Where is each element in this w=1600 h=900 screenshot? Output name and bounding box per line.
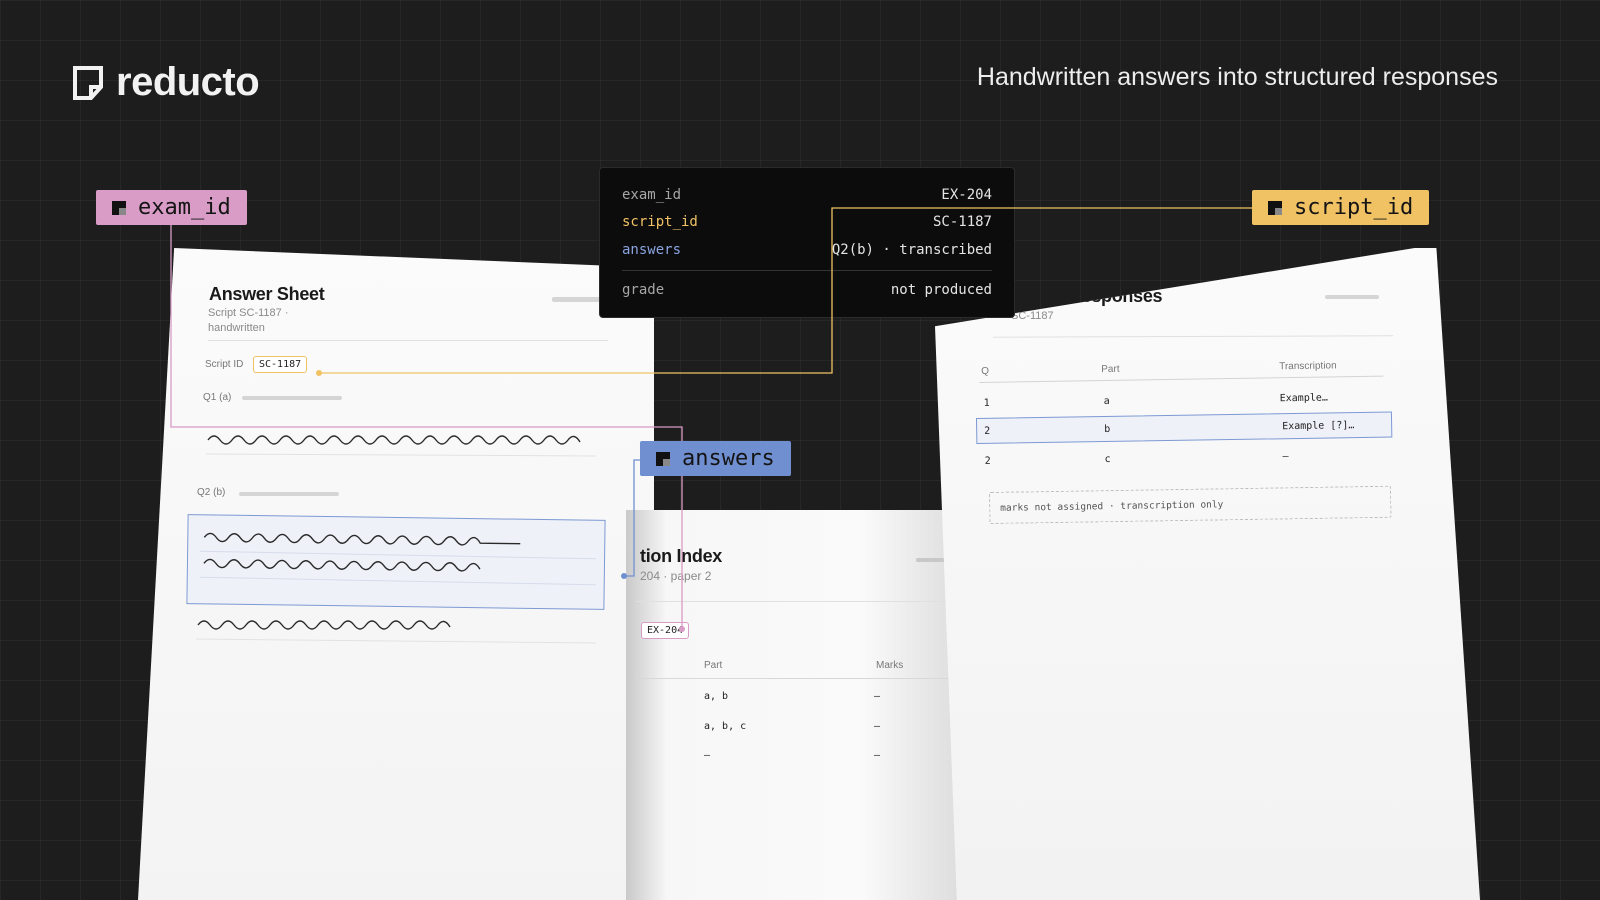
handwriting-scribble-2 xyxy=(199,532,597,586)
responses-note: marks not assigned · transcription only xyxy=(1000,499,1224,514)
responses-header-transcription: Transcription xyxy=(1279,360,1337,373)
record-row-exam-id: exam_id EX-204 xyxy=(622,187,992,203)
responses-row-2-transcription: Example [?]… xyxy=(1282,420,1355,433)
script-id-label: Script ID xyxy=(205,359,244,370)
record-value: SC-1187 xyxy=(932,214,992,230)
responses-divider xyxy=(992,335,1394,338)
responses-row-1-part: a xyxy=(1103,395,1110,408)
answer-sheet-title: Answer Sheet xyxy=(209,284,325,304)
q1-placeholder-bar xyxy=(242,396,342,400)
record-row-grade: grade not produced xyxy=(622,282,992,298)
index-row-2-part: a, b, c xyxy=(704,721,747,732)
responses-header-q: Q xyxy=(981,365,990,377)
responses-subtitle: SC-1187 xyxy=(1011,310,1054,322)
field-square-icon xyxy=(656,451,670,466)
answers-pill: answers xyxy=(640,441,791,476)
record-key: answers xyxy=(622,242,682,258)
exam-id-pill-label: exam_id xyxy=(138,195,231,220)
index-row-3-marks: – xyxy=(874,750,881,761)
extracted-record-card: exam_id EX-204 script_id SC-1187 answers… xyxy=(599,167,1015,318)
index-row-2-marks: – xyxy=(874,721,881,732)
index-row-1-part: a, b xyxy=(704,691,729,702)
responses-row-2-q: 2 xyxy=(984,425,991,437)
responses-header-part: Part xyxy=(1101,363,1120,376)
responses-header-bar xyxy=(1325,295,1379,299)
reducto-logo-icon xyxy=(73,65,103,100)
index-title: tion Index xyxy=(640,546,722,566)
answers-pill-label: answers xyxy=(682,446,775,471)
responses-row-1-q: 1 xyxy=(983,397,990,409)
record-key: script_id xyxy=(622,214,698,230)
answer-sheet-subtitle-1: Script SC-1187 · xyxy=(208,307,289,319)
record-row-answers: answers Q2(b) · transcribed xyxy=(622,242,992,258)
q2-placeholder-bar xyxy=(239,492,339,496)
answer-sheet-document: Answer Sheet Script SC-1187 · handwritte… xyxy=(138,248,654,900)
record-value: not produced xyxy=(890,282,992,298)
responses-header-rule xyxy=(979,375,1384,383)
responses-title: ctured Responses xyxy=(1011,286,1163,306)
script-id-pill: script_id xyxy=(1252,190,1430,225)
index-row-1-marks: – xyxy=(874,691,881,702)
responses-note-box: marks not assigned · transcription only xyxy=(989,485,1392,524)
index-row-3-part: – xyxy=(704,750,711,761)
brand-name: reducto xyxy=(116,60,260,104)
record-key: grade xyxy=(622,282,665,298)
record-divider xyxy=(622,270,992,271)
handwriting-scribble-1 xyxy=(206,435,597,457)
brand-logo: reducto xyxy=(72,60,260,105)
exam-id-pill: exam_id xyxy=(96,190,247,225)
exam-index-document: tion Index 204 · paper 2 EX-204 Part Mar… xyxy=(626,510,964,900)
q1-label: Q1 (a) xyxy=(203,392,232,403)
field-square-icon xyxy=(1268,200,1282,215)
responses-row-3-transcription: – xyxy=(1282,451,1289,463)
tagline: Handwritten answers into structured resp… xyxy=(976,63,1498,91)
responses-row-3-q: 2 xyxy=(984,455,991,467)
structured-responses-document: ctured Responses SC-1187 Q Part Transcri… xyxy=(935,248,1480,900)
header-divider xyxy=(208,340,608,341)
handwriting-scribble-3 xyxy=(196,620,597,644)
record-key: exam_id xyxy=(622,187,682,203)
index-header-marks: Marks xyxy=(876,660,904,671)
index-header-part: Part xyxy=(704,660,723,671)
record-value: Q2(b) · transcribed xyxy=(831,242,992,258)
responses-row-3-part: c xyxy=(1104,453,1111,466)
record-value: EX-204 xyxy=(941,187,992,203)
q2-answer-highlight xyxy=(186,514,606,610)
answer-sheet-subtitle-2: handwritten xyxy=(208,322,265,334)
index-header-rule xyxy=(636,678,964,679)
responses-row-1-transcription: Example… xyxy=(1279,392,1328,405)
record-row-script-id: script_id SC-1187 xyxy=(622,214,992,230)
index-divider xyxy=(636,601,954,602)
exam-id-tag: EX-204 xyxy=(641,622,690,639)
q2-label: Q2 (b) xyxy=(197,487,226,498)
responses-row-2-part: b xyxy=(1104,423,1111,436)
script-id-pill-label: script_id xyxy=(1294,195,1414,220)
responses-table: Q Part Transcription 1 a Example… 2 b Ex… xyxy=(975,349,1397,476)
script-id-tag: SC-1187 xyxy=(253,356,308,373)
field-square-icon xyxy=(112,200,126,215)
index-subtitle: 204 · paper 2 xyxy=(640,569,712,583)
